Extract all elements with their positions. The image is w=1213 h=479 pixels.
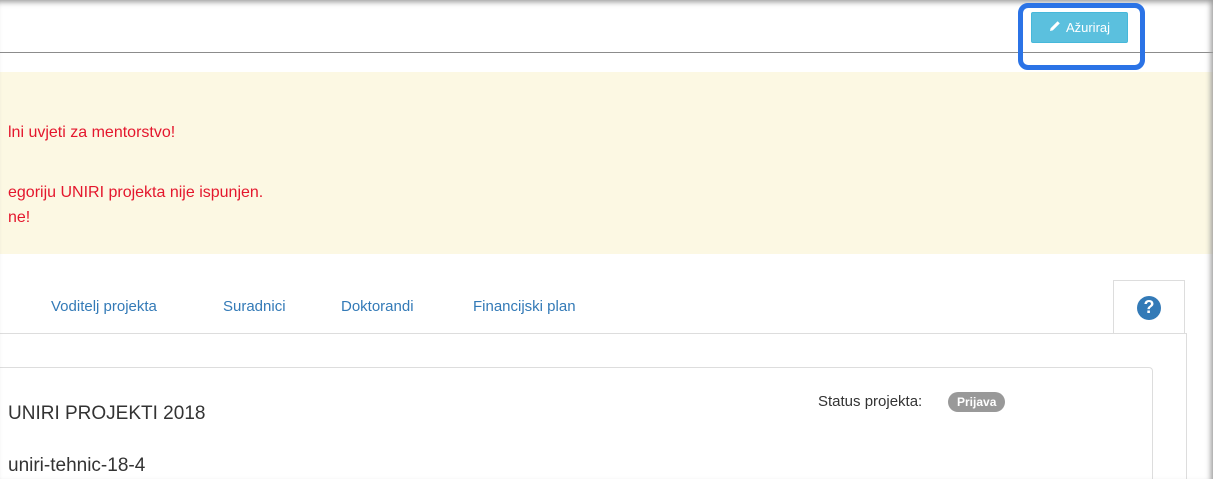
project-tabs: Voditelj projekta Suradnici Doktorandi F… — [0, 290, 1213, 333]
status-badge: Prijava — [948, 392, 1006, 412]
project-code: uniri-tehnic-18-4 — [8, 455, 146, 476]
tab-suradnici[interactable]: Suradnici — [223, 298, 286, 315]
tab-financijski-plan[interactable]: Financijski plan — [473, 298, 576, 315]
alert-line-2: egoriju UNIRI projekta nije ispunjen. — [8, 184, 264, 201]
pencil-icon — [1049, 20, 1061, 35]
help-tab[interactable]: ? — [1113, 280, 1185, 334]
project-title: UNIRI PROJEKTI 2018 — [8, 403, 206, 424]
status-label: Status projekta: — [818, 393, 923, 410]
tab-doktorandi[interactable]: Doktorandi — [341, 298, 414, 315]
alert-line-1: lni uvjeti za mentorstvo! — [8, 124, 176, 141]
alert-line-3: ne! — [8, 209, 31, 226]
update-button[interactable]: Ažuriraj — [1031, 12, 1128, 43]
update-button-label: Ažuriraj — [1065, 20, 1111, 35]
question-circle-icon[interactable]: ? — [1137, 295, 1161, 320]
tab-voditelj-projekta[interactable]: Voditelj projekta — [51, 298, 157, 315]
warning-alert: lni uvjeti za mentorstvo! egoriju UNIRI … — [0, 72, 1213, 254]
